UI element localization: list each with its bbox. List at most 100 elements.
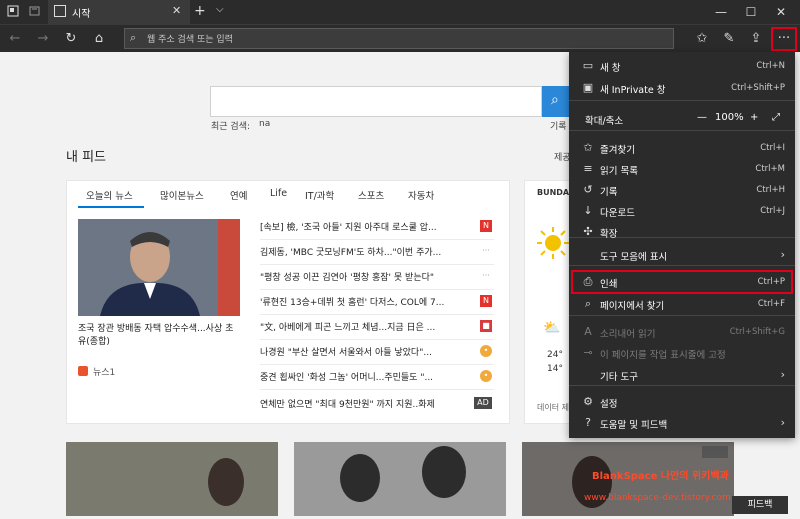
tab-entertainment[interactable]: 연예 <box>230 188 247 202</box>
menu-separator <box>569 315 795 316</box>
headline-item[interactable]: 연체만 없으면 "최대 9천만원" 까지 지원..화제 <box>260 397 435 410</box>
menu-item-settings[interactable]: ⚙ 설정 <box>569 392 795 413</box>
weather-data-label: 데이터 제 <box>537 403 569 412</box>
menu-item-label: 도움말 및 피드백 <box>600 420 668 431</box>
menu-shortcut: Ctrl+J <box>760 206 785 216</box>
zoom-value: 100% <box>715 112 744 123</box>
share-icon[interactable]: ⇪ <box>747 30 765 48</box>
tab-sports[interactable]: 스포츠 <box>358 188 384 202</box>
menu-item-find[interactable]: ⌕ 페이지에서 찾기 Ctrl+F <box>569 294 795 315</box>
maximize-button[interactable]: ☐ <box>736 0 766 24</box>
menu-item-pin[interactable]: ⊸ 이 페이지를 작업 표시줄에 고정 <box>569 343 795 364</box>
news-source-icon: N <box>480 295 492 307</box>
menu-item-history[interactable]: ↺ 기록 Ctrl+H <box>569 180 795 201</box>
zoom-in-button[interactable]: + <box>750 112 758 123</box>
pin-icon: ⊸ <box>583 346 593 359</box>
headline-divider <box>260 314 494 315</box>
forward-arrow-icon[interactable]: → <box>34 30 52 48</box>
highlight-more-button <box>771 27 797 51</box>
menu-item-zoom[interactable]: 확대/축소 — 100% + ⤢ <box>569 109 795 130</box>
page-icon <box>54 5 66 17</box>
read-aloud-icon: A <box>584 325 592 338</box>
feedback-button[interactable]: 피드백 <box>732 496 788 514</box>
menu-item-more-tools[interactable]: 기타 도구 › <box>569 365 795 386</box>
tab-automobile[interactable]: 자동차 <box>408 188 434 202</box>
headline-item[interactable]: '류현진 13승+데뷔 첫 홈런' 다저스, COL에 7... <box>260 295 444 308</box>
news-photo-1[interactable] <box>66 442 278 516</box>
download-icon: ↓ <box>583 204 593 217</box>
chevron-down-icon[interactable]: ⌵ <box>216 4 224 15</box>
menu-item-download[interactable]: ↓ 다운로드 Ctrl+J <box>569 201 795 222</box>
sun-icon <box>536 226 570 260</box>
headline-item[interactable]: 김제동, 'MBC 굿모닝FM'도 하차..."이번 주가... <box>260 245 441 258</box>
headline-item[interactable]: 나경원 "부산 살면서 서울와서 아들 낳았다"... <box>260 345 432 358</box>
menu-item-label: 읽기 목록 <box>600 166 638 177</box>
menu-item-new-window[interactable]: ▭ 새 창 Ctrl+N <box>569 56 795 77</box>
recent-searches-label: 최근 검색: <box>211 122 251 132</box>
history-link[interactable]: 기록 <box>550 119 567 132</box>
news-source-icon: • <box>480 370 492 382</box>
zoom-out-button[interactable]: — <box>697 112 707 123</box>
featured-news-caption[interactable]: 조국 장관 방배동 자택 압수수색...사상 초유(종합) <box>78 323 240 349</box>
highlight-print-item <box>571 270 793 294</box>
news-source-icon: • <box>480 345 492 357</box>
low-temp: 14° <box>547 364 563 374</box>
search-input[interactable] <box>210 86 542 117</box>
pen-icon[interactable]: ✎ <box>720 30 738 48</box>
close-tab-icon[interactable]: ✕ <box>172 4 181 17</box>
close-window-button[interactable]: ✕ <box>766 0 796 24</box>
news-source-icon: ··· <box>482 246 490 255</box>
tab-today-news[interactable]: 오늘의 뉴스 <box>86 188 133 202</box>
menu-item-label: 다운로드 <box>600 208 635 219</box>
watermark-url: www.blankspace-dev.tistory.com <box>584 493 731 503</box>
high-temp: 24° <box>547 350 563 360</box>
headline-item[interactable]: 중견 횝싸인 '화성 그놈' 어머니...주민들도 "... <box>260 370 433 383</box>
tab-start[interactable]: 시작 ✕ <box>48 0 190 24</box>
address-placeholder: 웹 주소 검색 또는 입력 <box>147 35 233 45</box>
history-icon: ↺ <box>583 183 593 196</box>
headline-divider <box>260 289 494 290</box>
reading-list-icon: ≡ <box>583 162 593 175</box>
active-tab-indicator <box>78 206 144 208</box>
chevron-right-icon: › <box>780 416 785 429</box>
featured-news-photo[interactable] <box>78 219 240 316</box>
fullscreen-icon[interactable]: ⤢ <box>772 112 780 123</box>
back-arrow-icon[interactable]: ← <box>6 30 24 48</box>
menu-item-label: 이 페이지를 작업 표시줄에 고정 <box>600 350 726 361</box>
find-icon: ⌕ <box>584 297 592 310</box>
tab-most-viewed[interactable]: 많이본뉴스 <box>160 188 204 202</box>
home-icon[interactable]: ⌂ <box>90 30 108 48</box>
minimize-button[interactable]: — <box>706 0 736 24</box>
menu-item-show-in-toolbar[interactable]: 도구 모음에 표시 › <box>569 245 795 266</box>
headline-item[interactable]: [속보] 檢, '조국 아들' 지원 아주대 로스쿨 압... <box>260 220 437 233</box>
menu-item-reading-list[interactable]: ≡ 읽기 목록 Ctrl+M <box>569 159 795 180</box>
inprivate-icon: ▣ <box>582 81 594 94</box>
menu-item-inprivate[interactable]: ▣ 새 InPrivate 창 Ctrl+Shift+P <box>569 78 795 99</box>
menu-item-extensions[interactable]: ✣ 확장 <box>569 222 795 243</box>
menu-item-help[interactable]: ? 도움말 및 피드백 › <box>569 413 795 434</box>
weather-card <box>524 180 574 424</box>
tab-manager-icon[interactable] <box>6 4 20 18</box>
menu-item-favorites[interactable]: ✩ 즐겨찾기 Ctrl+I <box>569 138 795 159</box>
headline-item[interactable]: "文, 아베에게 피곤 느끼고 체념...지금 日은 ... <box>260 320 435 333</box>
menu-item-label: 새 InPrivate 창 <box>600 85 666 96</box>
news-photo-2[interactable] <box>294 442 506 516</box>
news1-logo-icon <box>78 366 88 376</box>
menu-item-label: 기록 <box>600 187 618 198</box>
menu-shortcut: Ctrl+H <box>756 185 785 195</box>
favorites-star-icon[interactable]: ✩ <box>693 30 711 48</box>
news-source-icon: ··· <box>482 271 490 280</box>
chevron-right-icon: › <box>780 248 785 261</box>
new-tab-icon[interactable]: + <box>194 3 206 19</box>
menu-item-read-aloud[interactable]: A 소리내어 읽기 Ctrl+Shift+G <box>569 322 795 343</box>
recent-search-term[interactable]: na <box>259 119 270 129</box>
search-icon: ⌕ <box>551 92 559 108</box>
set-aside-tabs-icon[interactable] <box>28 4 42 18</box>
tab-it-science[interactable]: IT/과학 <box>305 188 334 202</box>
tab-life[interactable]: Life <box>270 188 287 199</box>
headline-item[interactable]: "평창 성공 이끈 김연아 '평창 홍잠' 못 받는다" <box>260 270 434 283</box>
refresh-icon[interactable]: ↻ <box>62 30 80 48</box>
address-bar[interactable]: ⌕ 웹 주소 검색 또는 입력 <box>124 28 674 49</box>
help-icon: ? <box>585 416 591 429</box>
headline-divider <box>260 364 494 365</box>
